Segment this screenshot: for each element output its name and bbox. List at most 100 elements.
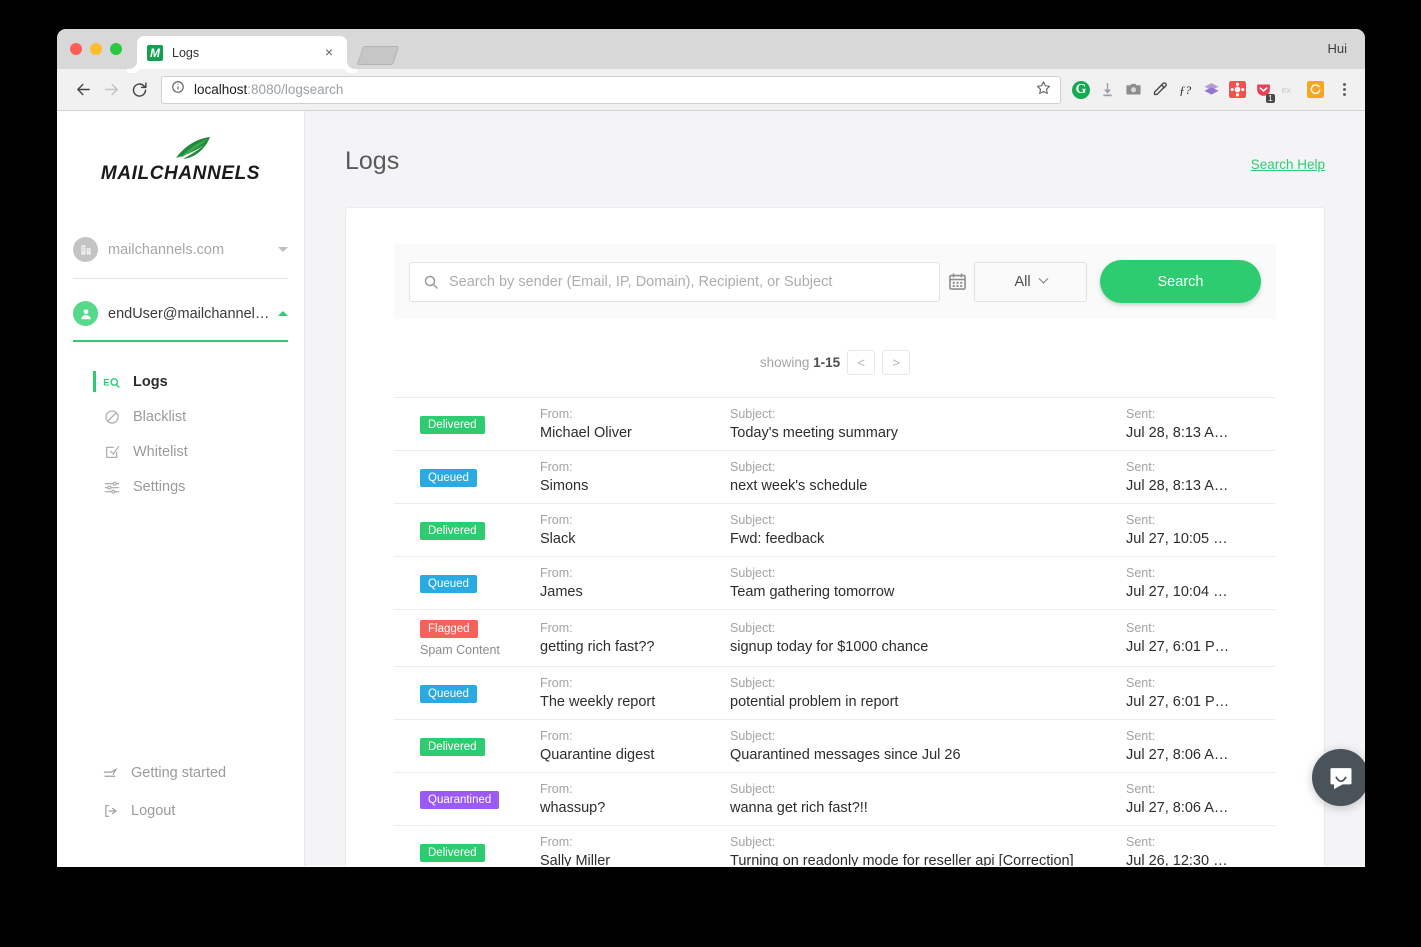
brand-logo[interactable]: MAILCHANNELS — [57, 111, 304, 185]
row-sent: Sent: Jul 27, 10:05 … — [1126, 513, 1276, 547]
next-page-button[interactable]: > — [882, 350, 911, 375]
row-from: From: Michael Oliver — [540, 407, 730, 441]
pocket-icon[interactable]: 1 — [1253, 80, 1275, 103]
status-filter-value: All — [1014, 273, 1031, 290]
minimize-window-button[interactable] — [90, 43, 102, 55]
close-tab-icon[interactable]: × — [321, 44, 337, 61]
subject-label: Subject: — [730, 782, 776, 796]
status-badge: Queued — [420, 684, 477, 703]
maximize-window-button[interactable] — [110, 43, 122, 55]
sliders-icon — [103, 479, 121, 495]
browser-tab[interactable]: M Logs × — [137, 36, 347, 69]
browser-menu-icon[interactable] — [1335, 83, 1353, 96]
chevron-up-icon[interactable] — [278, 311, 288, 316]
subject-label: Subject: — [730, 621, 776, 635]
page-title: Logs — [345, 147, 400, 175]
new-tab-button[interactable] — [356, 46, 400, 65]
purple-stack-icon[interactable] — [1201, 80, 1221, 100]
domain-selector[interactable]: mailchannels.com — [73, 237, 288, 279]
row-status: Delivered — [394, 415, 540, 434]
sidebar-item-label: Whitelist — [133, 443, 188, 460]
subject-value: Fwd: feedback — [730, 531, 825, 547]
forward-icon — [97, 76, 125, 104]
table-row[interactable]: Delivered From: Michael Oliver Subject: … — [394, 398, 1276, 451]
address-bar[interactable]: localhost:8080/logsearch — [161, 75, 1061, 104]
table-row[interactable]: Queued From: James Subject: Team gatheri… — [394, 557, 1276, 610]
intercom-chat-button[interactable] — [1312, 749, 1365, 806]
sent-value: Jul 27, 10:05 … — [1126, 531, 1228, 547]
from-label: From: — [540, 729, 573, 743]
subject-value: Turning on readonly mode for reseller ap… — [730, 853, 1074, 866]
back-icon[interactable] — [69, 76, 97, 104]
browser-window: M Logs × Hui localhost:8080/logsearch G … — [57, 29, 1365, 867]
table-row[interactable]: Queued From: Simons Subject: next week's… — [394, 451, 1276, 504]
row-sent: Sent: Jul 27, 6:01 P… — [1126, 621, 1276, 655]
table-row[interactable]: Quarantined From: whassup? Subject: wann… — [394, 773, 1276, 826]
status-filter-select[interactable]: All — [974, 261, 1087, 302]
svg-text:ƒ?: ƒ? — [1179, 83, 1191, 97]
from-value: The weekly report — [540, 694, 656, 710]
search-button[interactable]: Search — [1100, 260, 1261, 303]
red-molecule-icon[interactable] — [1227, 80, 1247, 100]
sent-value: Jul 27, 6:01 P… — [1126, 694, 1230, 710]
sent-value: Jul 27, 10:04 … — [1126, 584, 1228, 600]
subject-label: Subject: — [730, 513, 776, 527]
date-range-picker-button[interactable] — [940, 262, 974, 302]
status-reason: Spam Content — [420, 643, 500, 657]
sidebar-item-settings[interactable]: Settings — [57, 469, 304, 504]
site-info-icon[interactable] — [171, 80, 185, 99]
sent-label: Sent: — [1126, 782, 1156, 796]
pagination-prefix: showing — [759, 355, 810, 370]
sidebar-item-logs[interactable]: E Logs — [57, 364, 304, 399]
tab-title: Logs — [172, 45, 200, 60]
subject-value: signup today for $1000 chance — [730, 639, 929, 655]
row-sent: Sent: Jul 28, 8:13 A… — [1126, 407, 1276, 441]
table-row[interactable]: Delivered From: Sally Miller Subject: Tu… — [394, 826, 1276, 866]
building-icon — [73, 237, 98, 262]
search-field-wrapper[interactable] — [409, 261, 940, 302]
from-label: From: — [540, 782, 573, 796]
grammarly-icon[interactable]: G — [1071, 80, 1091, 100]
extension-icons: G ƒ? 1 ex — [1067, 80, 1353, 103]
subject-value: Team gathering tomorrow — [730, 584, 895, 600]
logo-wordmark: MAILCHANNELS — [100, 163, 261, 184]
bookmark-star-icon[interactable] — [1036, 80, 1051, 100]
download-arrow-icon[interactable] — [1097, 80, 1117, 100]
sidebar-item-whitelist[interactable]: Whitelist — [57, 434, 304, 469]
prev-page-button[interactable]: < — [847, 350, 876, 375]
search-help-link[interactable]: Search Help — [1251, 157, 1325, 172]
sidebar-item-getting-started[interactable]: Getting started — [57, 754, 304, 792]
from-value: Sally Miller — [540, 853, 611, 866]
sidebar-item-blacklist[interactable]: Blacklist — [57, 399, 304, 434]
close-window-button[interactable] — [70, 43, 82, 55]
sidebar-nav: E Logs Blacklist Whitelist Settings — [57, 364, 304, 504]
from-value: Michael Oliver — [540, 425, 632, 441]
row-subject: Subject: Turning on readonly mode for re… — [730, 835, 1126, 866]
pagination-range: 1-15 — [813, 355, 841, 370]
user-selector[interactable]: endUser@mailchannel… — [73, 301, 288, 342]
table-row[interactable]: Flagged Spam Content From: getting rich … — [394, 610, 1276, 667]
url-text: localhost:8080/logsearch — [194, 82, 1030, 97]
chevron-down-icon[interactable] — [278, 247, 288, 252]
table-row[interactable]: Queued From: The weekly report Subject: … — [394, 667, 1276, 720]
subject-value: next week's schedule — [730, 478, 868, 494]
row-status: Delivered — [394, 737, 540, 756]
from-value: getting rich fast?? — [540, 639, 655, 655]
browser-profile-name[interactable]: Hui — [1327, 41, 1347, 56]
row-sent: Sent: Jul 27, 8:06 A… — [1126, 729, 1276, 763]
function-icon[interactable]: ƒ? — [1175, 80, 1195, 100]
camera-screenshot-icon[interactable] — [1123, 80, 1143, 100]
from-value: Slack — [540, 531, 576, 547]
table-row[interactable]: Delivered From: Slack Subject: Fwd: feed… — [394, 504, 1276, 557]
orange-swirl-icon[interactable] — [1305, 80, 1325, 100]
eyedropper-icon[interactable] — [1149, 80, 1169, 100]
search-input[interactable] — [449, 273, 926, 290]
row-subject: Subject: next week's schedule — [730, 460, 1126, 494]
sent-label: Sent: — [1126, 460, 1156, 474]
table-row[interactable]: Delivered From: Quarantine digest Subjec… — [394, 720, 1276, 773]
sidebar-item-logout[interactable]: Logout — [57, 792, 304, 830]
sidebar-bottom-nav: Getting started Logout — [57, 754, 304, 830]
sent-label: Sent: — [1126, 566, 1156, 580]
reload-icon[interactable] — [125, 76, 153, 104]
ex-icon[interactable]: ex — [1279, 80, 1299, 100]
